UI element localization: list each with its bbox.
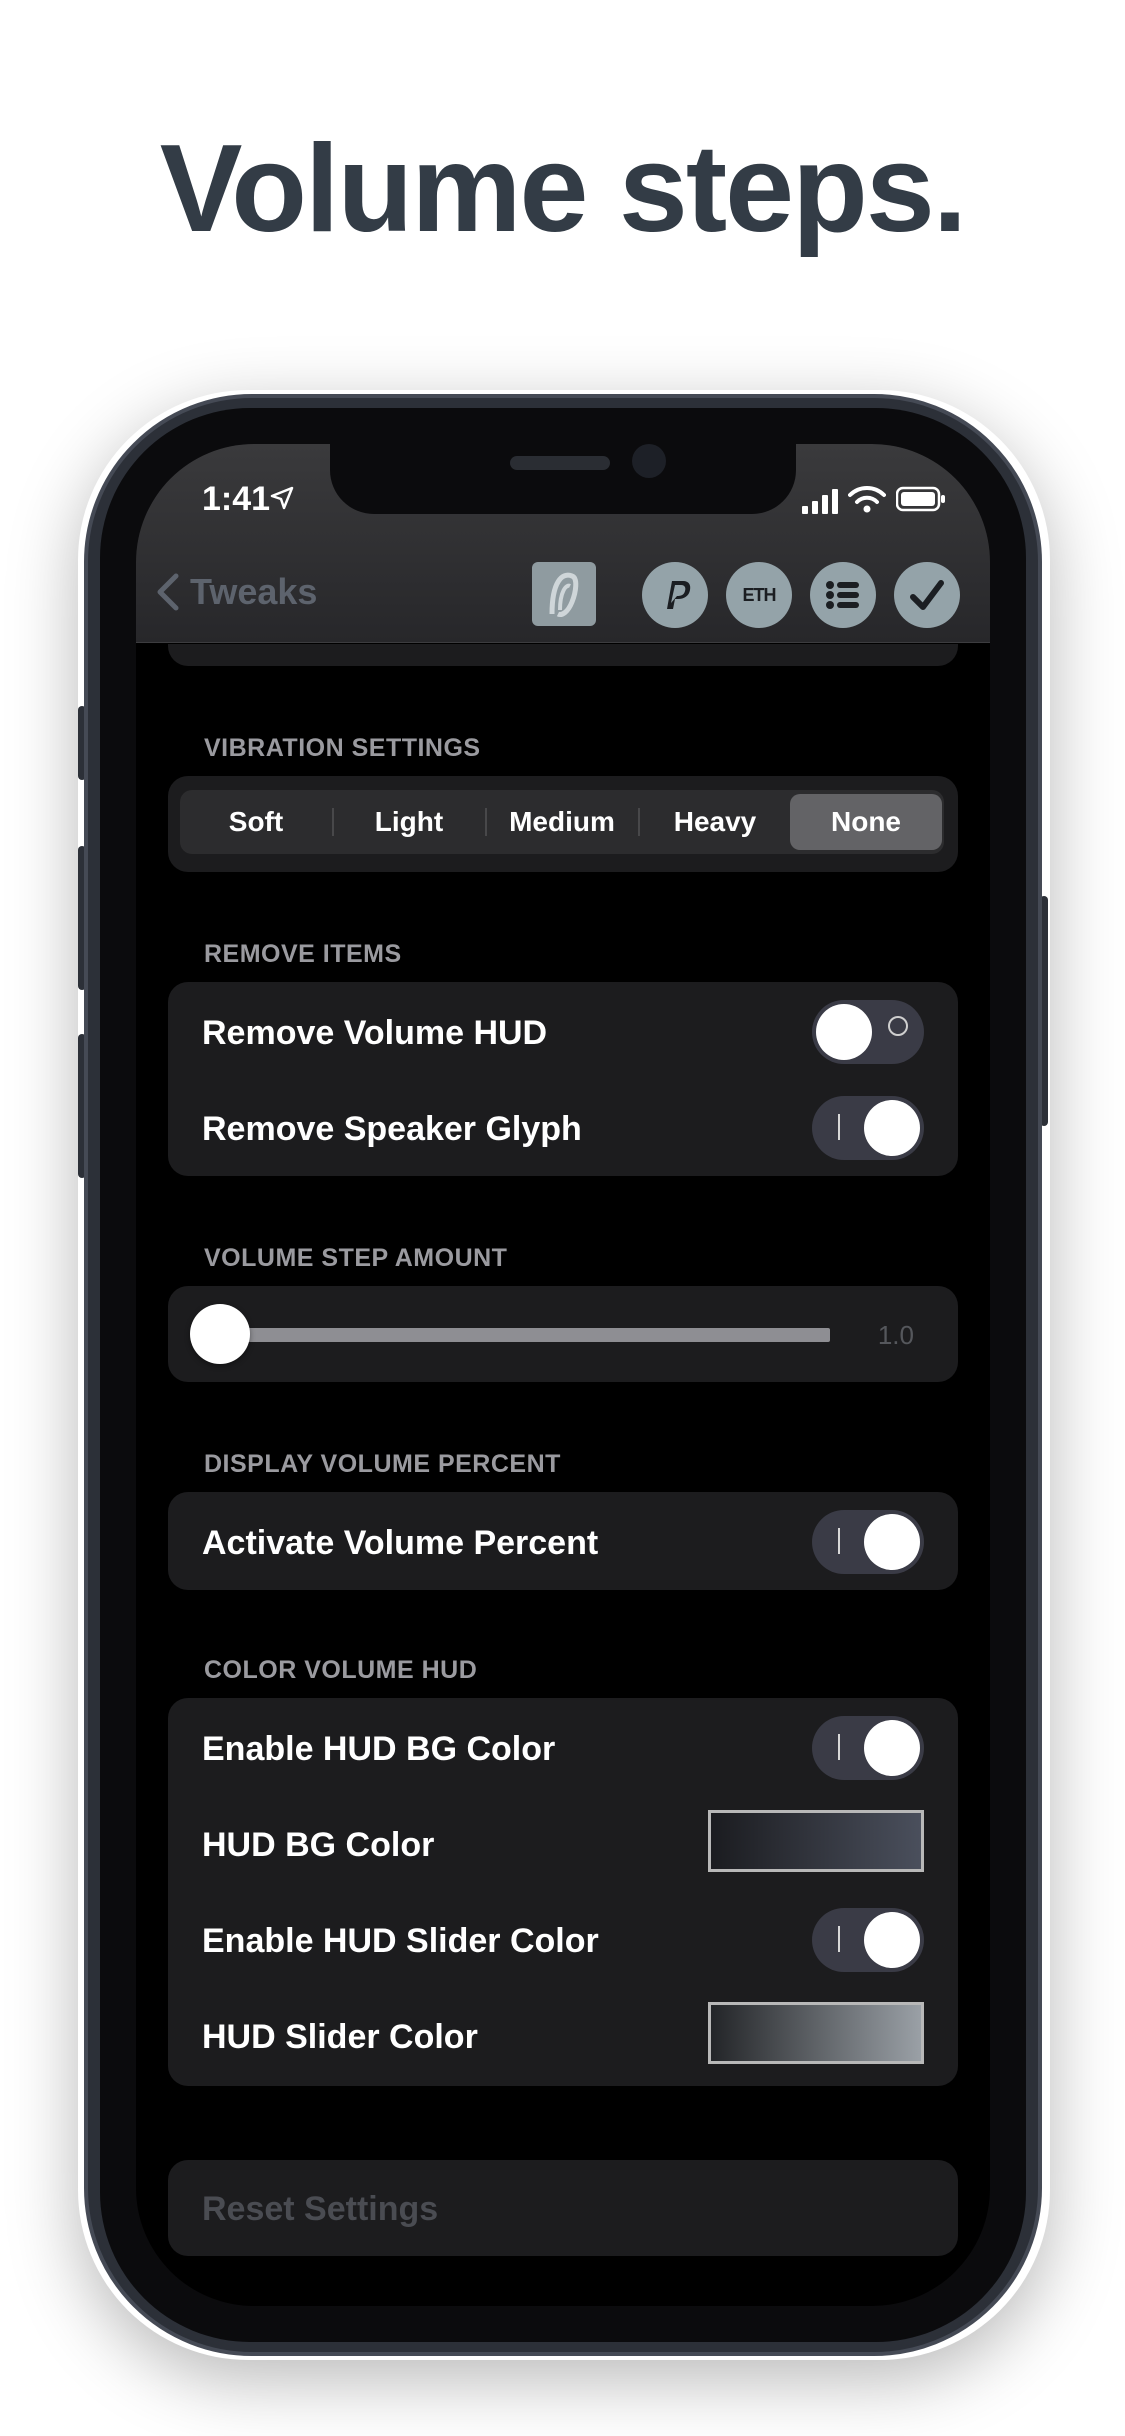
section-header-remove-items: REMOVE ITEMS (204, 940, 402, 968)
hud-slider-color-swatch[interactable] (708, 2002, 924, 2064)
section-header-display-percent: DISPLAY VOLUME PERCENT (204, 1450, 561, 1478)
activate-volume-percent-toggle[interactable] (812, 1510, 924, 1574)
toggle-knob (816, 1004, 872, 1060)
location-arrow-icon (270, 486, 294, 510)
enable-hud-bg-color-toggle[interactable] (812, 1716, 924, 1780)
remove-items-card: Remove Volume HUD Remove Speaker Glyph (168, 982, 958, 1176)
remove-volume-hud-toggle[interactable] (812, 1000, 924, 1064)
display-percent-card: Activate Volume Percent (168, 1492, 958, 1590)
chevron-left-icon (157, 573, 179, 611)
row-label: Remove Speaker Glyph (202, 1110, 582, 1148)
toggle-knob (864, 1720, 920, 1776)
vibration-segmented-control: Soft Light Medium Heavy None (180, 790, 944, 854)
toggle-on-mark-icon (838, 1114, 840, 1140)
enable-hud-slider-color-toggle[interactable] (812, 1908, 924, 1972)
slider-track (206, 1328, 830, 1342)
row-label: Remove Volume HUD (202, 1014, 548, 1052)
row-label: HUD BG Color (202, 1826, 435, 1864)
section-header-vibration: VIBRATION SETTINGS (204, 734, 481, 762)
segment-label: None (831, 806, 901, 837)
checkmark-icon[interactable] (894, 562, 960, 628)
slider-value-label: 1.0 (877, 1320, 914, 1350)
row-remove-volume-hud: Remove Volume HUD (168, 984, 958, 1080)
toggle-knob (864, 1514, 920, 1570)
color-hud-card: Enable HUD BG Color HUD BG Color Enable … (168, 1698, 958, 2086)
notch (330, 444, 796, 514)
signal-icon (802, 489, 838, 514)
segment-medium[interactable]: Medium (486, 790, 638, 854)
segment-light[interactable]: Light (333, 790, 485, 854)
segment-label: Medium (509, 806, 615, 837)
segment-soft[interactable]: Soft (180, 790, 332, 854)
toggle-knob (864, 1100, 920, 1156)
headline: Volume steps. (159, 120, 968, 258)
previous-card-edge (168, 644, 958, 666)
earpiece-speaker (510, 456, 610, 470)
row-remove-speaker-glyph: Remove Speaker Glyph (168, 1080, 958, 1176)
row-label: HUD Slider Color (202, 2018, 478, 2056)
toggle-knob (864, 1912, 920, 1968)
row-label: Activate Volume Percent (202, 1524, 599, 1562)
toggle-on-mark-icon (838, 1528, 840, 1554)
row-enable-hud-slider-color: Enable HUD Slider Color (168, 1892, 958, 1988)
row-hud-slider-color: HUD Slider Color (168, 1988, 958, 2084)
row-enable-hud-bg-color: Enable HUD BG Color (168, 1700, 958, 1796)
segment-label: Light (374, 806, 444, 837)
remove-speaker-glyph-toggle[interactable] (812, 1096, 924, 1160)
reset-settings-label: Reset Settings (202, 2190, 439, 2228)
reset-settings-button[interactable]: Reset Settings (168, 2160, 958, 2256)
toggle-on-mark-icon (838, 1734, 840, 1760)
back-button[interactable]: Tweaks (152, 570, 317, 614)
phone-screen: Tweaks ETH 1:41 VIBRATION SETTINGS Soft … (136, 444, 990, 2306)
row-label: Enable HUD Slider Color (202, 1922, 599, 1960)
hud-bg-color-swatch[interactable] (708, 1810, 924, 1872)
toggle-on-mark-icon (838, 1926, 840, 1952)
segment-label: Heavy (673, 806, 757, 837)
list-icon[interactable] (810, 562, 876, 628)
toggle-off-mark-icon (888, 1016, 908, 1036)
section-header-volume-step: VOLUME STEP AMOUNT (204, 1244, 508, 1272)
back-label: Tweaks (190, 571, 318, 612)
wifi-icon (848, 485, 886, 513)
ethereum-icon[interactable]: ETH (726, 562, 792, 628)
status-time: 1:41 (202, 480, 271, 518)
row-label: Enable HUD BG Color (202, 1730, 556, 1768)
volume-step-slider[interactable] (190, 1304, 850, 1364)
app-logo-icon (532, 562, 596, 626)
front-camera (632, 444, 666, 478)
segment-heavy[interactable]: Heavy (639, 790, 791, 854)
vibration-card: Soft Light Medium Heavy None (168, 776, 958, 872)
segment-none[interactable]: None (790, 794, 942, 850)
paypal-icon[interactable] (642, 562, 708, 628)
battery-icon (896, 486, 945, 512)
row-activate-volume-percent: Activate Volume Percent (168, 1494, 958, 1590)
volume-step-card: 1.0 (168, 1286, 958, 1382)
section-header-color-hud: COLOR VOLUME HUD (204, 1656, 478, 1684)
row-hud-bg-color: HUD BG Color (168, 1796, 958, 1892)
segment-label: Soft (228, 806, 284, 837)
slider-thumb[interactable] (190, 1304, 250, 1364)
